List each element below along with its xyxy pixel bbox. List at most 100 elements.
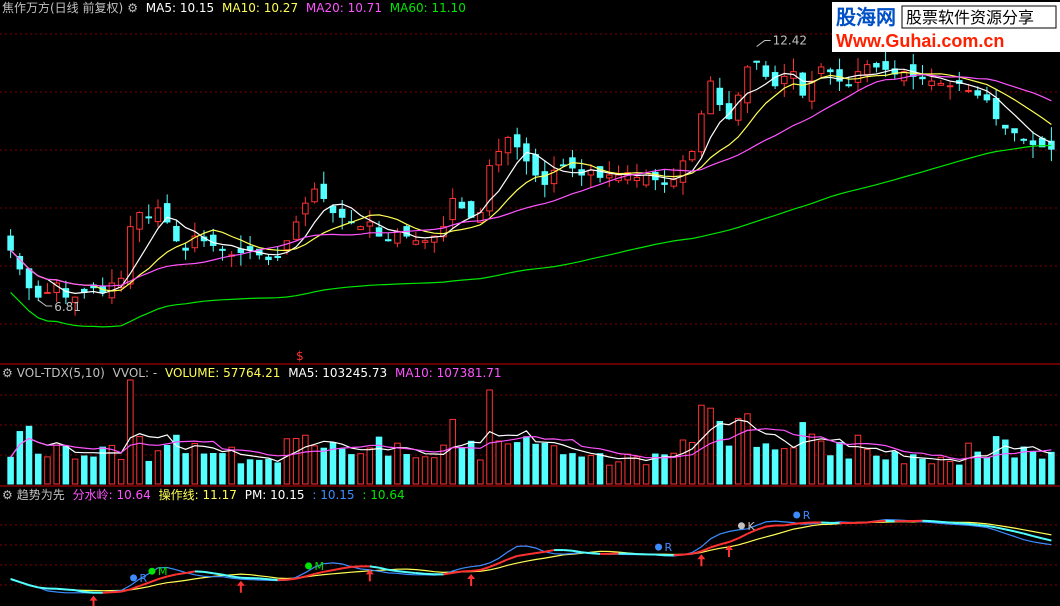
candle: [882, 61, 889, 70]
candle: [513, 134, 521, 148]
fenshuiling-segment: [471, 568, 481, 572]
volume-bar: [53, 444, 60, 485]
volume-bar: [265, 458, 272, 485]
volume-bar: [891, 451, 899, 485]
fenshuiling-segment: [1023, 532, 1034, 538]
volume-bar: [956, 464, 963, 485]
candle: [679, 160, 687, 183]
candle: [670, 179, 678, 187]
volume-bar: [836, 441, 843, 485]
fenshuiling-segment: [867, 520, 877, 524]
volume-bar: [615, 461, 622, 485]
volume-bar: [320, 447, 328, 485]
candle: [7, 235, 14, 251]
candle: [283, 240, 291, 251]
candle: [937, 82, 945, 86]
ma10-line: [10, 71, 1052, 292]
candle: [753, 60, 760, 63]
pm-label: PM: 10.15: [244, 488, 305, 502]
volume-label: VOLUME: 57764.21: [164, 366, 281, 380]
ma60-line: [10, 144, 1052, 328]
fenshuiling-segment: [185, 570, 195, 575]
fenshuiling-segment: [10, 578, 21, 584]
candle: [1002, 124, 1009, 129]
volume-bar: [62, 445, 70, 485]
candle: [145, 216, 153, 219]
stock-title[interactable]: 焦作万方(日线 前复权): [2, 1, 123, 15]
candle: [209, 234, 217, 246]
volume-bar: [366, 447, 374, 485]
fenshuiling-segment: [682, 552, 693, 556]
settings-icon[interactable]: ⚙: [2, 488, 13, 502]
candle: [606, 174, 613, 179]
candle: [366, 221, 374, 227]
candle: [449, 197, 456, 221]
candle: [384, 239, 392, 242]
fenshuiling-segment: [443, 571, 453, 576]
candle: [504, 136, 512, 154]
fenshuiling-segment: [388, 568, 398, 573]
caozuoxian-label: 操作线: 11.17: [158, 488, 237, 502]
fenshuiling-segment: [406, 571, 416, 575]
volume-bar: [679, 439, 687, 485]
volume-ma10-label: MA10: 107381.71: [394, 366, 502, 380]
signal-label: M: [315, 560, 325, 573]
candle: [532, 154, 539, 176]
volume-bar: [182, 453, 189, 485]
fenshuiling-segment: [1005, 528, 1015, 533]
volume-bar: [1038, 458, 1046, 485]
volume-bar: [477, 459, 484, 485]
volume-bar: [292, 438, 300, 485]
candle: [34, 285, 42, 298]
volume-bar: [946, 461, 954, 485]
ma60-label: MA60: 11.10: [389, 1, 466, 15]
candle: [421, 240, 429, 243]
fenshuiling-segment: [673, 553, 684, 557]
volume-bar: [790, 447, 797, 485]
candles: [7, 51, 1055, 316]
fenshuiling-segment: [65, 588, 76, 592]
fenshuiling-segment: [286, 577, 297, 581]
ma5-line: [10, 68, 1052, 295]
settings-icon[interactable]: ⚙: [127, 1, 138, 15]
watermark-logo: 股海网 股票软件资源分享 Www.Guhai.com.cn: [832, 2, 1060, 52]
candle: [357, 226, 364, 231]
indicator-title[interactable]: 趋势为先: [17, 488, 65, 502]
fenshuiling-segment: [581, 551, 591, 555]
candle: [854, 71, 862, 83]
volume-panel-header: ⚙ VOL-TDX(5,10) VVOL: - VOLUME: 57764.21 …: [2, 366, 506, 380]
volume-title[interactable]: VOL-TDX(5,10): [17, 366, 105, 380]
stock-chart[interactable]: 12.426.81$RM MRRK: [0, 0, 1060, 606]
volume-bar: [163, 445, 171, 485]
candle: [983, 94, 991, 101]
volume-bar: [403, 454, 410, 485]
candle: [974, 90, 981, 96]
fenshuiling-segment: [986, 524, 997, 529]
candle: [495, 151, 503, 166]
fenshuiling-segment: [342, 565, 352, 570]
volume-bar: [200, 453, 208, 485]
volume-bar: [587, 455, 595, 485]
fenshuiling-segment: [544, 549, 555, 553]
fenshuiling-segment: [84, 590, 94, 594]
candle: [338, 208, 346, 218]
volume-bar: [219, 453, 226, 485]
fenshuiling-segment: [1032, 535, 1043, 540]
price-panel-header: 焦作万方(日线 前复权) ⚙ MA5: 10.15 MA10: 10.27 MA2…: [2, 1, 470, 15]
candle: [541, 171, 549, 185]
candle: [845, 84, 853, 87]
candle: [633, 176, 641, 182]
fenshuiling-segment: [517, 553, 527, 557]
volume-bar: [486, 389, 493, 485]
fenshuiling-label: 分水岭: 10.64: [72, 488, 151, 502]
candle: [219, 248, 226, 251]
fenshuiling-segment: [38, 586, 48, 590]
ma20-label: MA20: 10.71: [305, 1, 382, 15]
volume-bar: [1011, 457, 1018, 485]
settings-icon[interactable]: ⚙: [2, 366, 13, 380]
candle: [808, 80, 816, 102]
signal-dot: [793, 511, 801, 519]
signal-label: K: [747, 520, 755, 533]
signal-label: R: [140, 572, 148, 585]
volume-bar: [882, 459, 889, 485]
